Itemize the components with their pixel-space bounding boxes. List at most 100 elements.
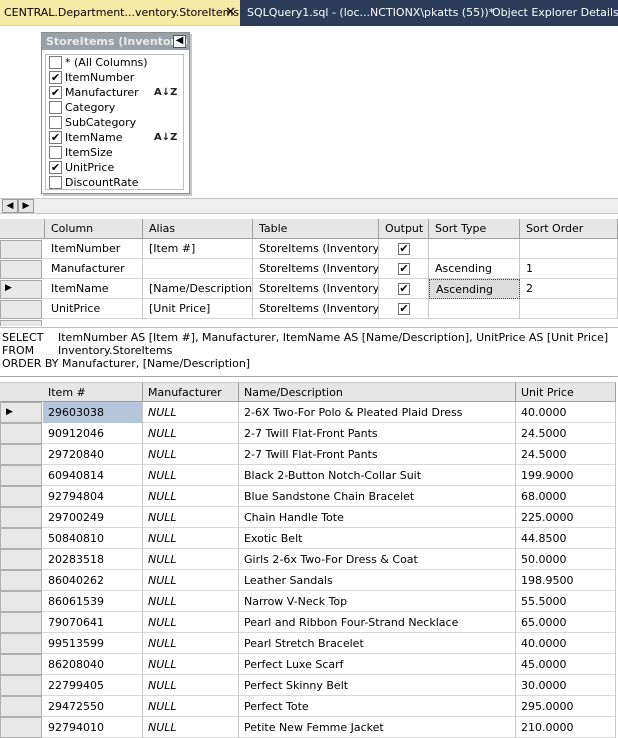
criteria-table-cell[interactable]: StoreItems (Inventory): [253, 239, 379, 259]
criteria-column-header[interactable]: Table: [253, 219, 379, 239]
result-manufacturer-cell[interactable]: NULL: [143, 591, 239, 612]
result-unit-price-cell[interactable]: 225.0000: [516, 507, 616, 528]
criteria-alias-cell[interactable]: [Unit Price]: [143, 299, 253, 319]
result-unit-price-cell[interactable]: 65.0000: [516, 612, 616, 633]
result-name-description-cell[interactable]: Petite New Femme Jacket: [239, 717, 516, 738]
result-name-description-cell[interactable]: Black 2-Button Notch-Collar Suit: [239, 465, 516, 486]
diagram-column-row[interactable]: ✔ ItemNumber: [46, 70, 183, 85]
results-row[interactable]: 86208040 NULL Perfect Luxe Scarf 45.0000: [0, 654, 616, 675]
result-item-number-cell[interactable]: 20283518: [43, 549, 143, 570]
results-row[interactable]: 99513599 NULL Pearl Stretch Bracelet 40.000…: [0, 633, 616, 654]
result-item-number-cell[interactable]: 22799405: [43, 675, 143, 696]
result-item-number-cell[interactable]: 29603038: [43, 402, 143, 423]
output-cell[interactable]: ✔: [379, 259, 429, 279]
results-column-header[interactable]: Name/Description: [239, 383, 516, 403]
result-item-number-cell[interactable]: 50840810: [43, 528, 143, 549]
result-manufacturer-cell[interactable]: NULL: [143, 402, 239, 423]
result-name-description-cell[interactable]: Perfect Skinny Belt: [239, 675, 516, 696]
result-item-number-cell[interactable]: 92794804: [43, 486, 143, 507]
row-selector[interactable]: [0, 300, 42, 319]
result-unit-price-cell[interactable]: 45.0000: [516, 654, 616, 675]
result-manufacturer-cell[interactable]: NULL: [143, 444, 239, 465]
diagram-column-row[interactable]: ✔ Manufacturer A↓Z: [46, 85, 183, 100]
result-name-description-cell[interactable]: Pearl Stretch Bracelet: [239, 633, 516, 654]
criteria-alias-cell[interactable]: [Name/Description]: [143, 279, 253, 299]
results-row[interactable]: 50840810 NULL Exotic Belt 44.8500: [0, 528, 616, 549]
results-row[interactable]: 90912046 NULL 2-7 Twill Flat-Front Pants 24…: [0, 423, 616, 444]
criteria-sort-type-cell[interactable]: [429, 299, 520, 319]
result-unit-price-cell[interactable]: 40.0000: [516, 633, 616, 654]
row-selector[interactable]: [0, 486, 42, 507]
criteria-column-cell[interactable]: ItemName: [45, 279, 143, 299]
column-checkbox[interactable]: [49, 176, 62, 189]
result-manufacturer-cell[interactable]: NULL: [143, 465, 239, 486]
result-manufacturer-cell[interactable]: NULL: [143, 528, 239, 549]
criteria-table-cell[interactable]: StoreItems (Inventory): [253, 299, 379, 319]
row-selector[interactable]: [0, 591, 42, 612]
results-row[interactable]: 92794804 NULL Blue Sandstone Chain Bracele…: [0, 486, 616, 507]
scroll-left-icon[interactable]: ◀: [2, 199, 18, 213]
result-unit-price-cell[interactable]: 30.0000: [516, 675, 616, 696]
result-name-description-cell[interactable]: Pearl and Ribbon Four-Strand Necklace: [239, 612, 516, 633]
result-manufacturer-cell[interactable]: NULL: [143, 507, 239, 528]
result-name-description-cell[interactable]: Girls 2-6x Two-For Dress & Coat: [239, 549, 516, 570]
row-selector[interactable]: [0, 654, 42, 675]
column-checkbox[interactable]: [49, 101, 62, 114]
tab-storeitems[interactable]: CENTRAL.Department...ventory.StoreItems …: [0, 0, 240, 26]
result-manufacturer-cell[interactable]: NULL: [143, 549, 239, 570]
result-manufacturer-cell[interactable]: NULL: [143, 675, 239, 696]
row-selector[interactable]: [0, 675, 42, 696]
row-selector[interactable]: [0, 320, 42, 326]
criteria-row-empty[interactable]: [0, 319, 618, 326]
result-manufacturer-cell[interactable]: NULL: [143, 423, 239, 444]
column-checkbox[interactable]: ✔: [49, 131, 62, 144]
results-row[interactable]: 92794010 NULL Petite New Femme Jacket 210.0…: [0, 717, 616, 738]
row-selector[interactable]: [0, 444, 42, 465]
output-checkbox[interactable]: ✔: [398, 283, 410, 295]
results-column-header[interactable]: Item #: [43, 383, 143, 403]
row-selector[interactable]: [0, 717, 42, 738]
row-selector[interactable]: ▶: [0, 280, 42, 299]
diagram-column-row[interactable]: Category: [46, 100, 183, 115]
result-item-number-cell[interactable]: 60940814: [43, 465, 143, 486]
criteria-column-cell[interactable]: UnitPrice: [45, 299, 143, 319]
row-selector[interactable]: [0, 612, 42, 633]
row-selector[interactable]: [0, 260, 42, 279]
diagram-column-row[interactable]: ✔ ItemName A↓Z: [46, 130, 183, 145]
criteria-sort-type-cell[interactable]: Ascending: [429, 259, 520, 279]
criteria-table-cell[interactable]: StoreItems (Inventory): [253, 259, 379, 279]
results-row[interactable]: 29472550 NULL Perfect Tote 295.0000: [0, 696, 616, 717]
result-unit-price-cell[interactable]: 55.5000: [516, 591, 616, 612]
result-unit-price-cell[interactable]: 199.9000: [516, 465, 616, 486]
table-diagram-title[interactable]: StoreItems (Inventory) ◀: [42, 33, 189, 50]
result-name-description-cell[interactable]: 2-6X Two-For Polo & Pleated Plaid Dress: [239, 402, 516, 423]
criteria-sort-type-cell[interactable]: Ascending: [429, 279, 520, 299]
column-checkbox[interactable]: ✔: [49, 71, 62, 84]
result-manufacturer-cell[interactable]: NULL: [143, 633, 239, 654]
criteria-sort-order-cell[interactable]: [520, 299, 618, 319]
diagram-column-row[interactable]: DiscountRate: [46, 175, 183, 190]
results-row[interactable]: 20283518 NULL Girls 2-6x Two-For Dress & C…: [0, 549, 616, 570]
criteria-row[interactable]: Manufacturer StoreItems (Inventory) ✔ Ascen…: [0, 259, 618, 279]
diagram-horizontal-scrollbar[interactable]: ◀ ▶: [0, 198, 618, 214]
results-row[interactable]: 79070641 NULL Pearl and Ribbon Four-Strand…: [0, 612, 616, 633]
output-checkbox[interactable]: ✔: [398, 303, 410, 315]
result-name-description-cell[interactable]: Exotic Belt: [239, 528, 516, 549]
result-unit-price-cell[interactable]: 68.0000: [516, 486, 616, 507]
row-selector[interactable]: [0, 507, 42, 528]
criteria-alias-cell[interactable]: [143, 259, 253, 279]
results-row[interactable]: 29700249 NULL Chain Handle Tote 225.0000: [0, 507, 616, 528]
criteria-column-cell[interactable]: ItemNumber: [45, 239, 143, 259]
result-item-number-cell[interactable]: 90912046: [43, 423, 143, 444]
result-unit-price-cell[interactable]: 198.9500: [516, 570, 616, 591]
tab-object-explorer-details[interactable]: Object Explorer Details: [492, 0, 618, 26]
diagram-column-row[interactable]: ✔ UnitPrice: [46, 160, 183, 175]
table-diagram-storeitems[interactable]: StoreItems (Inventory) ◀ * (All Columns)…: [41, 32, 190, 194]
result-item-number-cell[interactable]: 29700249: [43, 507, 143, 528]
result-name-description-cell[interactable]: Perfect Luxe Scarf: [239, 654, 516, 675]
results-column-header[interactable]: Manufacturer: [143, 383, 239, 403]
diagram-column-row[interactable]: * (All Columns): [46, 55, 183, 70]
output-cell[interactable]: ✔: [379, 239, 429, 259]
row-selector[interactable]: [0, 633, 42, 654]
results-row[interactable]: 22799405 NULL Perfect Skinny Belt 30.0000: [0, 675, 616, 696]
